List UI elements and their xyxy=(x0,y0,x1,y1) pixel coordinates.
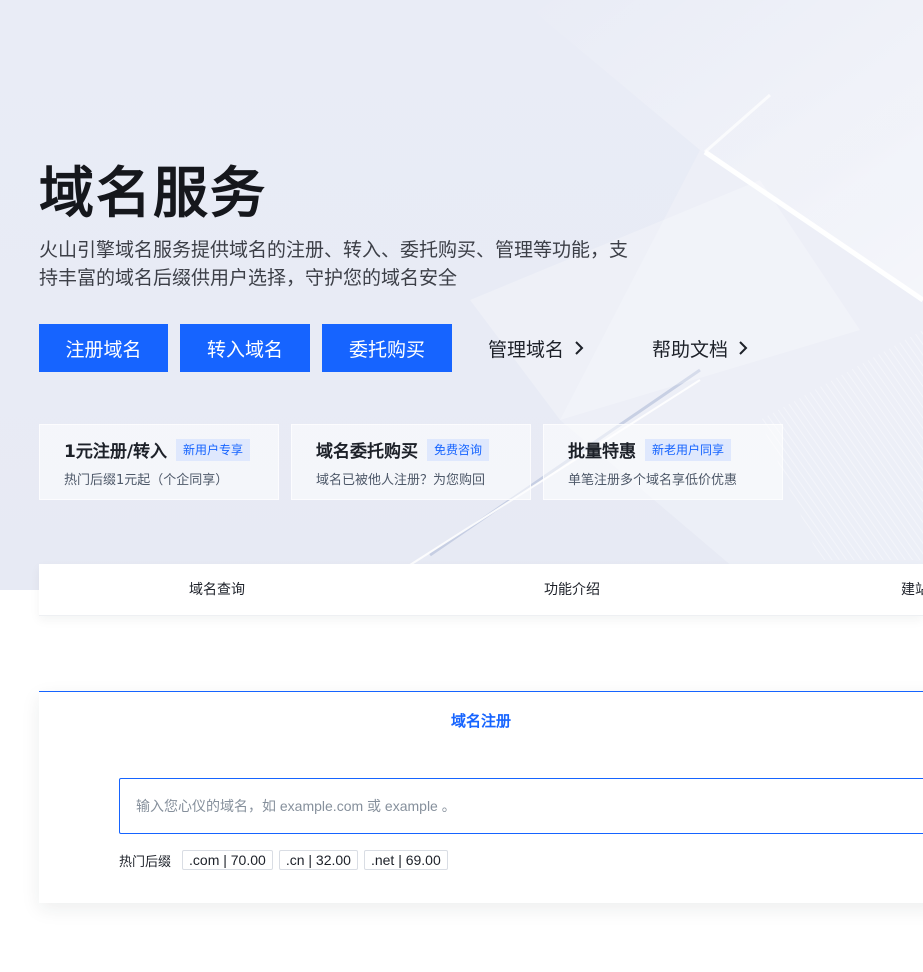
entrusted-purchase-button[interactable]: 委托购买 xyxy=(322,324,452,372)
promo-card-subtitle: 域名已被他人注册？为您购回 xyxy=(316,473,486,488)
chevron-right-icon xyxy=(575,341,584,355)
register-panel-title: 域名注册 xyxy=(451,712,512,730)
manage-domain-link[interactable]: 管理域名 xyxy=(488,324,584,372)
chevron-right-icon xyxy=(739,341,748,355)
promo-card-entrust[interactable]: 域名委托购买 免费咨询 域名已被他人注册？为您购回 xyxy=(291,424,531,500)
transfer-domain-button[interactable]: 转入域名 xyxy=(180,324,310,372)
help-docs-label: 帮助文档 xyxy=(652,338,729,361)
tab-features[interactable]: 功能介绍 xyxy=(544,564,600,616)
register-domain-button[interactable]: 注册域名 xyxy=(39,324,168,372)
help-docs-link[interactable]: 帮助文档 xyxy=(652,324,748,372)
promo-card-badge: 新用户专享 xyxy=(176,438,251,461)
promo-card-register[interactable]: 1元注册/转入 新用户专享 热门后缀1元起（个企同享） xyxy=(39,424,279,500)
hero-description-line-2: 持丰富的域名后缀供用户选择，守护您的域名安全 xyxy=(39,267,458,289)
promo-card-subtitle: 单笔注册多个域名享低价优惠 xyxy=(568,473,738,488)
hot-suffix-label: 热门后缀 xyxy=(119,854,172,870)
promo-card-badge: 新老用户同享 xyxy=(645,438,732,461)
hero-description-line-1: 火山引擎域名服务提供域名的注册、转入、委托购买、管理等功能，支 xyxy=(39,239,629,261)
page-title: 域名服务 xyxy=(39,161,268,225)
section-tabs: 域名查询 功能介绍 建站 xyxy=(39,564,923,616)
suffix-chip-net[interactable]: .net | 69.00 xyxy=(363,850,448,870)
hero-description: 火山引擎域名服务提供域名的注册、转入、委托购买、管理等功能，支 持丰富的域名后缀… xyxy=(39,236,699,292)
hero-decoration xyxy=(409,0,923,590)
hot-suffixes: 热门后缀 .com | 70.00 .cn | 32.00 .net | 69.… xyxy=(119,850,454,870)
hero-banner: 域名服务 火山引擎域名服务提供域名的注册、转入、委托购买、管理等功能，支 持丰富… xyxy=(0,0,923,590)
promo-card-subtitle: 热门后缀1元起（个企同享） xyxy=(64,473,229,488)
domain-register-panel: 域名注册 热门后缀 .com | 70.00 .cn | 32.00 .net … xyxy=(39,691,923,903)
promo-card-title: 域名委托购买 xyxy=(316,442,418,462)
promo-card-bulk[interactable]: 批量特惠 新老用户同享 单笔注册多个域名享低价优惠 xyxy=(543,424,783,500)
tab-domain-search[interactable]: 域名查询 xyxy=(189,564,245,616)
suffix-chip-cn[interactable]: .cn | 32.00 xyxy=(278,850,358,870)
tab-site-building[interactable]: 建站 xyxy=(901,564,923,616)
domain-search-input[interactable] xyxy=(119,778,923,834)
promo-card-title: 1元注册/转入 xyxy=(64,442,168,462)
promo-card-title: 批量特惠 xyxy=(568,442,636,462)
promo-card-badge: 免费咨询 xyxy=(427,438,490,461)
manage-domain-label: 管理域名 xyxy=(488,338,565,361)
suffix-chip-com[interactable]: .com | 70.00 xyxy=(182,850,273,870)
